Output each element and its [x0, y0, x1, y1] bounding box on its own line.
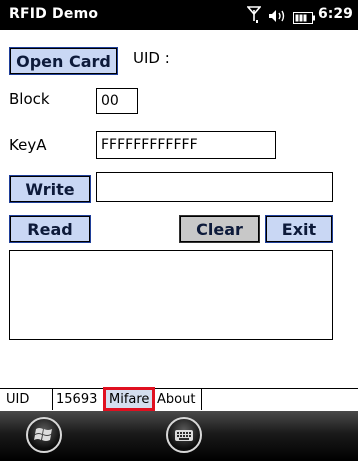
exit-button[interactable]: Exit [265, 215, 333, 243]
block-label: Block [9, 90, 50, 108]
block-input[interactable] [96, 88, 138, 114]
keyboard-icon[interactable] [166, 417, 202, 453]
signal-icon [246, 6, 262, 24]
keya-input[interactable] [96, 131, 276, 159]
volume-icon [268, 8, 286, 22]
clock: 6:29 [318, 6, 353, 22]
tab-uid-label: UID [6, 392, 30, 407]
clear-button[interactable]: Clear [179, 215, 260, 243]
tab-15693[interactable]: 15693 [53, 389, 105, 410]
write-button[interactable]: Write [9, 175, 91, 203]
output-textarea[interactable] [9, 250, 333, 340]
uid-label: UID : [133, 49, 170, 67]
tab-about[interactable]: About [154, 389, 202, 410]
tab-mifare[interactable]: Mifare [105, 389, 154, 410]
keya-label: KeyA [9, 136, 47, 154]
read-button[interactable]: Read [9, 215, 91, 243]
battery-icon [293, 9, 315, 24]
title-bar: RFID Demo 6:29 [0, 0, 358, 30]
tab-about-label: About [157, 392, 196, 407]
write-input[interactable] [96, 172, 333, 202]
open-card-button[interactable]: Open Card [9, 47, 118, 75]
tab-15693-label: 15693 [56, 392, 98, 407]
app-title: RFID Demo [9, 6, 99, 22]
tab-bar: UID 15693 Mifare About [0, 388, 358, 411]
tab-uid[interactable]: UID [3, 389, 53, 410]
tab-mifare-label: Mifare [109, 392, 150, 407]
windows-start-icon[interactable] [26, 417, 62, 453]
taskbar [0, 411, 358, 461]
